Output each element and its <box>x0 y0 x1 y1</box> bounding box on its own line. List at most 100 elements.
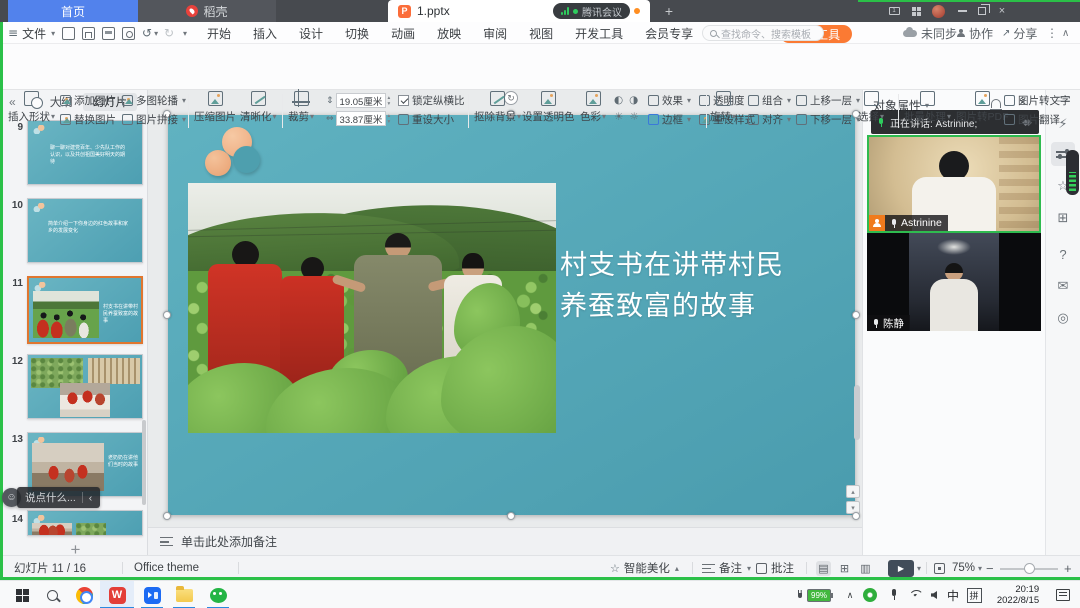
previous-slide-button[interactable]: ▴ <box>846 485 860 498</box>
pic-to-pdf-button[interactable]: 图片转PDF <box>956 91 1009 124</box>
slide-11[interactable]: 村支书在讲带村民 养蚕致富的故事 ↻ <box>168 115 855 515</box>
slide-thumbnail-11-selected[interactable]: 村支书在讲带村民养蚕致富的故事 <box>27 276 143 344</box>
slide-title[interactable]: 村支书在讲带村民 养蚕致富的故事 <box>560 245 845 327</box>
save-button[interactable] <box>82 22 95 44</box>
group-button[interactable]: 组合▾ <box>748 93 791 107</box>
close-button[interactable]: × <box>992 0 1012 22</box>
meeting-chat-bubble[interactable]: ☺ 说点什么... ‹ <box>2 487 100 508</box>
clarify-button[interactable]: 清晰化▾ <box>240 91 277 124</box>
battery-indicator[interactable]: 99% <box>796 581 831 608</box>
collaborate-button[interactable]: 协作 <box>957 22 993 44</box>
taskbar-wechat[interactable] <box>204 581 232 608</box>
new-document-tab-button[interactable]: + <box>658 0 680 22</box>
resize-handle-s[interactable] <box>507 512 515 520</box>
tab-insert[interactable]: 插入 <box>242 22 288 44</box>
help-button[interactable]: ? <box>1051 242 1075 266</box>
compress-picture-button[interactable]: 压缩图片 <box>194 91 236 124</box>
ime-mode[interactable]: 拼 <box>964 581 984 608</box>
feedback-button[interactable]: ✉ <box>1051 274 1075 298</box>
tab-member[interactable]: 会员专享 <box>634 22 704 44</box>
slide-thumbnail-9[interactable]: 聊一聊对建党百年、少先队工作的认识，以及共创祖国美好明天的期待 <box>27 120 143 185</box>
border-button[interactable]: 边框▾ <box>648 112 691 126</box>
align-button[interactable]: 对齐▾ <box>748 112 791 126</box>
multi-carousel-button[interactable]: 多图轮播▾ <box>122 93 186 107</box>
tab-view[interactable]: 视图 <box>518 22 564 44</box>
start-button[interactable] <box>8 581 36 608</box>
pic-translate-button[interactable]: 图片翻译 <box>1004 112 1071 126</box>
tray-microphone[interactable] <box>886 581 902 608</box>
reset-size-button[interactable]: 重设大小 <box>398 112 465 126</box>
undo-button[interactable]: ↺▾ <box>142 22 158 44</box>
increase-brightness-icon[interactable]: ☀ <box>614 111 623 123</box>
tab-design[interactable]: 设计 <box>288 22 334 44</box>
minimize-button[interactable] <box>952 0 972 22</box>
slide-photo-field[interactable] <box>188 183 556 433</box>
decrease-contrast-icon[interactable]: ◑ <box>629 94 638 106</box>
remove-background-button[interactable]: 抠除背景▾ <box>474 91 521 124</box>
slide-thumbnail-10[interactable]: 简单介绍一下你身边的红色故事和家乡的发展变化 <box>27 198 143 263</box>
resize-handle-w[interactable] <box>163 311 171 319</box>
taskbar-clock[interactable]: 20:192022/8/15 <box>990 581 1046 608</box>
height-stepper[interactable]: ▴▾ <box>388 95 391 107</box>
tencent-meeting-badge[interactable]: 腾讯会议 <box>553 3 630 19</box>
taskbar-tencent-meeting[interactable] <box>138 581 166 608</box>
sync-status-button[interactable]: 未同步 <box>903 22 957 44</box>
tab-animation[interactable]: 动画 <box>380 22 426 44</box>
sidebar-scrollbar[interactable] <box>142 420 146 505</box>
bring-forward-button[interactable]: 上移一层▾ <box>796 93 860 107</box>
restore-button[interactable] <box>972 0 992 22</box>
color-button[interactable]: 色彩▾ <box>580 91 606 124</box>
tray-volume[interactable] <box>926 581 942 608</box>
tab-start[interactable]: 开始 <box>196 22 242 44</box>
ime-language[interactable]: 中 <box>944 581 962 608</box>
notes-bar[interactable]: 单击此处添加备注 <box>148 527 862 555</box>
tray-network[interactable] <box>906 581 924 608</box>
collapse-chat-icon[interactable]: ‹ <box>89 492 93 504</box>
send-backward-button[interactable]: 下移一层▾ <box>796 112 860 126</box>
workspace-grid-button[interactable] <box>906 0 926 22</box>
taskbar-file-explorer[interactable] <box>170 581 198 608</box>
increase-contrast-icon[interactable]: ◐ <box>614 94 623 106</box>
resize-handle-e[interactable] <box>852 311 860 319</box>
height-input[interactable] <box>336 93 386 108</box>
width-input[interactable] <box>336 111 386 126</box>
normal-view-button[interactable]: ▤ <box>816 561 831 576</box>
taskbar-chrome[interactable] <box>70 581 98 608</box>
select-button[interactable]: 选择▾ <box>858 91 884 124</box>
tab-review[interactable]: 审阅 <box>472 22 518 44</box>
effects-button[interactable]: 效果▾ <box>648 93 691 107</box>
tab-devtools[interactable]: 开发工具 <box>564 22 634 44</box>
insert-shape-button[interactable]: 插入形状▾ <box>8 91 55 124</box>
tab-slideshow[interactable]: 放映 <box>426 22 472 44</box>
resize-handle-se[interactable] <box>852 512 860 520</box>
share-button[interactable]: ↗ 分享 <box>1002 22 1037 44</box>
slide-thumbnail-14[interactable] <box>27 510 143 536</box>
video-tile-astrinine[interactable]: Astrinine <box>867 135 1041 233</box>
more-menu-button[interactable]: ⋮ <box>1046 22 1058 44</box>
taskbar-search-button[interactable] <box>38 581 66 608</box>
home-tab[interactable]: 首页 <box>8 0 138 22</box>
batch-process-button[interactable]: 批量处理▾ <box>904 91 951 124</box>
crop-button[interactable]: 裁剪▾ <box>288 91 314 124</box>
replace-picture-button[interactable]: 替换图片 <box>60 112 124 126</box>
set-transparent-button[interactable]: 设置透明色 <box>522 91 575 124</box>
new-file-button[interactable] <box>62 22 75 44</box>
redo-button[interactable]: ↻ <box>164 22 174 44</box>
reading-view-button[interactable]: ▥ <box>858 561 873 576</box>
account-avatar[interactable] <box>928 0 948 22</box>
show-hidden-icons-button[interactable]: ∧ <box>842 581 858 608</box>
command-search-input[interactable]: 查找命令、搜索模板 <box>702 25 824 41</box>
canvas-scrollbar[interactable] <box>854 385 860 440</box>
slide-sorter-view-button[interactable]: ⊞ <box>837 561 852 576</box>
print-preview-button[interactable] <box>122 22 135 44</box>
docer-tab[interactable]: 稻壳 <box>138 0 276 22</box>
location-button[interactable]: ◎ <box>1051 306 1075 330</box>
tab-transition[interactable]: 切换 <box>334 22 380 44</box>
file-menu[interactable]: ≡ 文件 ▾ <box>8 22 55 44</box>
video-tile-chenjing[interactable]: 陈静 <box>867 233 1041 331</box>
print-button[interactable] <box>102 22 115 44</box>
quickbar-more-button[interactable]: ▾ <box>182 22 187 44</box>
picture-stitch-button[interactable]: 图片拼接▾ <box>122 112 186 126</box>
decrease-brightness-icon[interactable]: ☼ <box>629 111 638 123</box>
rotate-button[interactable]: 旋转▾ <box>710 91 736 124</box>
